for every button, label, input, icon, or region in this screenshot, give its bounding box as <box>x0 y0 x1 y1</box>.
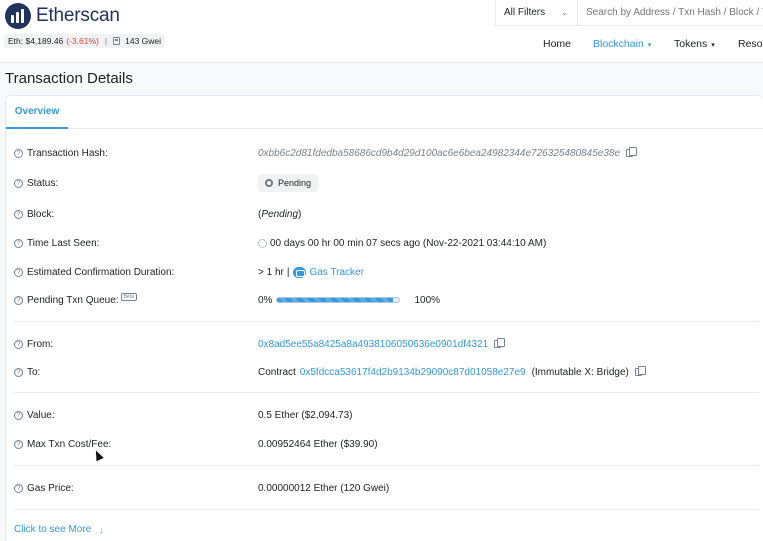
chevron-down-icon: ▾ <box>711 42 715 49</box>
conf-label: Estimated Confirmation Duration: <box>27 266 175 278</box>
row-time-last-seen: ? Time Last Seen: 00 days 00 hr 00 min 07… <box>6 233 763 253</box>
to-prefix: Contract <box>258 366 296 378</box>
help-icon[interactable]: ? <box>14 178 23 188</box>
queue-progress-bar <box>276 297 401 303</box>
queue-progress-fill <box>277 298 394 302</box>
tab-overview[interactable]: Overview <box>6 96 68 129</box>
help-icon[interactable]: ? <box>14 339 23 349</box>
queue-start: 0% <box>258 294 273 306</box>
help-icon[interactable]: ? <box>14 295 23 305</box>
gas-pump-icon <box>113 37 121 45</box>
arrow-down-icon: ↓ <box>99 524 104 535</box>
spinner-icon <box>258 238 267 248</box>
eth-price: Eth: $4,189.46 <box>8 36 64 46</box>
to-contract-name: (Immutable X: Bridge) <box>531 366 629 378</box>
nav-tokens[interactable]: Tokens ▾ <box>674 38 715 50</box>
pending-dot-icon <box>265 179 273 187</box>
divider <box>14 509 759 510</box>
nav-blockchain-label: Blockchain <box>593 38 644 50</box>
nav-resources[interactable]: Resources <box>738 38 763 50</box>
value-amount: 0.5 Ether ($2,094.73) <box>258 409 353 421</box>
value-label: Value: <box>27 409 55 421</box>
row-transaction-hash: ? Transaction Hash: 0xbb6c2d81fdedba58686… <box>6 143 763 163</box>
copy-icon[interactable] <box>494 338 506 348</box>
help-icon[interactable]: ? <box>14 148 23 158</box>
see-more-label: Click to see More <box>14 524 92 535</box>
search-input[interactable] <box>577 0 763 26</box>
page-title: Transaction Details <box>5 70 133 87</box>
divider <box>14 321 759 322</box>
help-icon[interactable]: ? <box>14 410 23 420</box>
block-label: Block: <box>27 208 55 220</box>
nav-blockchain[interactable]: Blockchain ▾ <box>593 38 651 50</box>
from-address-link[interactable]: 0x8ad5ee55a8425a8a4938106050636e0901df43… <box>258 339 488 350</box>
chevron-down-icon: ⌄ <box>561 8 568 17</box>
stats-separator: | <box>104 36 108 46</box>
tx-hash-label: Transaction Hash: <box>27 147 108 159</box>
copy-icon[interactable] <box>634 366 646 376</box>
help-icon[interactable]: ? <box>14 238 23 248</box>
conf-value: > 1 hr <box>258 266 284 278</box>
help-icon[interactable]: ? <box>14 209 23 219</box>
help-icon[interactable]: ? <box>14 367 23 377</box>
conf-separator: | <box>286 266 290 278</box>
row-block: ? Block: (Pending) <box>6 204 763 224</box>
row-max-fee: ? Max Txn Cost/Fee: 0.00952464 Ether ($39… <box>6 434 763 454</box>
block-value-close: ) <box>298 208 302 220</box>
to-address-link[interactable]: 0x5fdcca53617f4d2b9134b29090c87d01058e27… <box>300 367 526 378</box>
see-more-link[interactable]: Click to see More ↓ <box>14 524 104 535</box>
top-header: Etherscan Eth: $4,189.46 (-3.61%) | 143 … <box>0 0 763 63</box>
gas-tracker-link[interactable]: Gas Tracker <box>309 267 363 278</box>
eth-change: (-3.61%) <box>66 36 99 46</box>
filter-label: All Filters <box>504 7 546 18</box>
row-value: ? Value: 0.5 Ether ($2,094.73) <box>6 405 763 425</box>
etherscan-logo[interactable]: Etherscan <box>5 3 120 29</box>
row-pending-queue: ? Pending Txn Queue: Beta 0% 100% <box>6 290 763 310</box>
tab-bar: Overview <box>6 96 763 129</box>
gas-price[interactable]: 143 Gwei <box>125 36 161 46</box>
tx-hash-value: 0xbb6c2d81fdedba58686cd9b4d29d100ac6e6be… <box>258 147 621 159</box>
help-icon[interactable]: ? <box>14 439 23 449</box>
transaction-details-card: Overview ? Transaction Hash: 0xbb6c2d81fd… <box>5 95 763 541</box>
help-icon[interactable]: ? <box>14 267 23 277</box>
eth-stats: Eth: $4,189.46 (-3.61%) | 143 Gwei <box>4 34 166 48</box>
to-label: To: <box>27 366 41 378</box>
chevron-down-icon: ▾ <box>647 42 652 49</box>
time-value: 00 days 00 hr 00 min 07 secs ago (Nov-22… <box>270 237 547 249</box>
queue-end: 100% <box>414 294 441 306</box>
nav-tokens-label: Tokens <box>674 38 708 50</box>
copy-icon[interactable] <box>626 147 638 157</box>
from-label: From: <box>27 338 54 350</box>
status-badge: Pending <box>258 174 319 192</box>
row-to: ? To: Contract 0x5fdcca53617f4d2b9134b2909… <box>6 362 763 382</box>
block-value: Pending <box>261 208 299 220</box>
help-icon[interactable]: ? <box>14 483 23 493</box>
fee-value: 0.00952464 Ether ($39.90) <box>258 438 378 450</box>
gas-tracker-icon <box>293 266 307 278</box>
time-label: Time Last Seen: <box>27 237 100 249</box>
row-gas-price: ? Gas Price: 0.00000012 Ether (120 Gwei) <box>6 478 763 498</box>
row-status: ? Status: Pending <box>6 173 763 193</box>
gas-value: 0.00000012 Ether (120 Gwei) <box>258 482 390 494</box>
row-confirmation-duration: ? Estimated Confirmation Duration: > 1 hr… <box>6 262 763 282</box>
nav-home[interactable]: Home <box>543 38 571 50</box>
logo-text: Etherscan <box>36 5 120 26</box>
status-value: Pending <box>278 178 312 188</box>
gas-label: Gas Price: <box>27 482 74 494</box>
row-from: ? From: 0x8ad5ee55a8425a8a4938106050636e0… <box>6 334 763 354</box>
status-label: Status: <box>27 177 59 189</box>
queue-label: Pending Txn Queue: <box>27 294 119 306</box>
search-filter-dropdown[interactable]: All Filters ⌄ <box>495 0 578 26</box>
divider <box>14 392 759 393</box>
beta-badge: Beta <box>120 293 137 301</box>
etherscan-logo-icon <box>5 3 31 29</box>
divider <box>14 465 759 466</box>
